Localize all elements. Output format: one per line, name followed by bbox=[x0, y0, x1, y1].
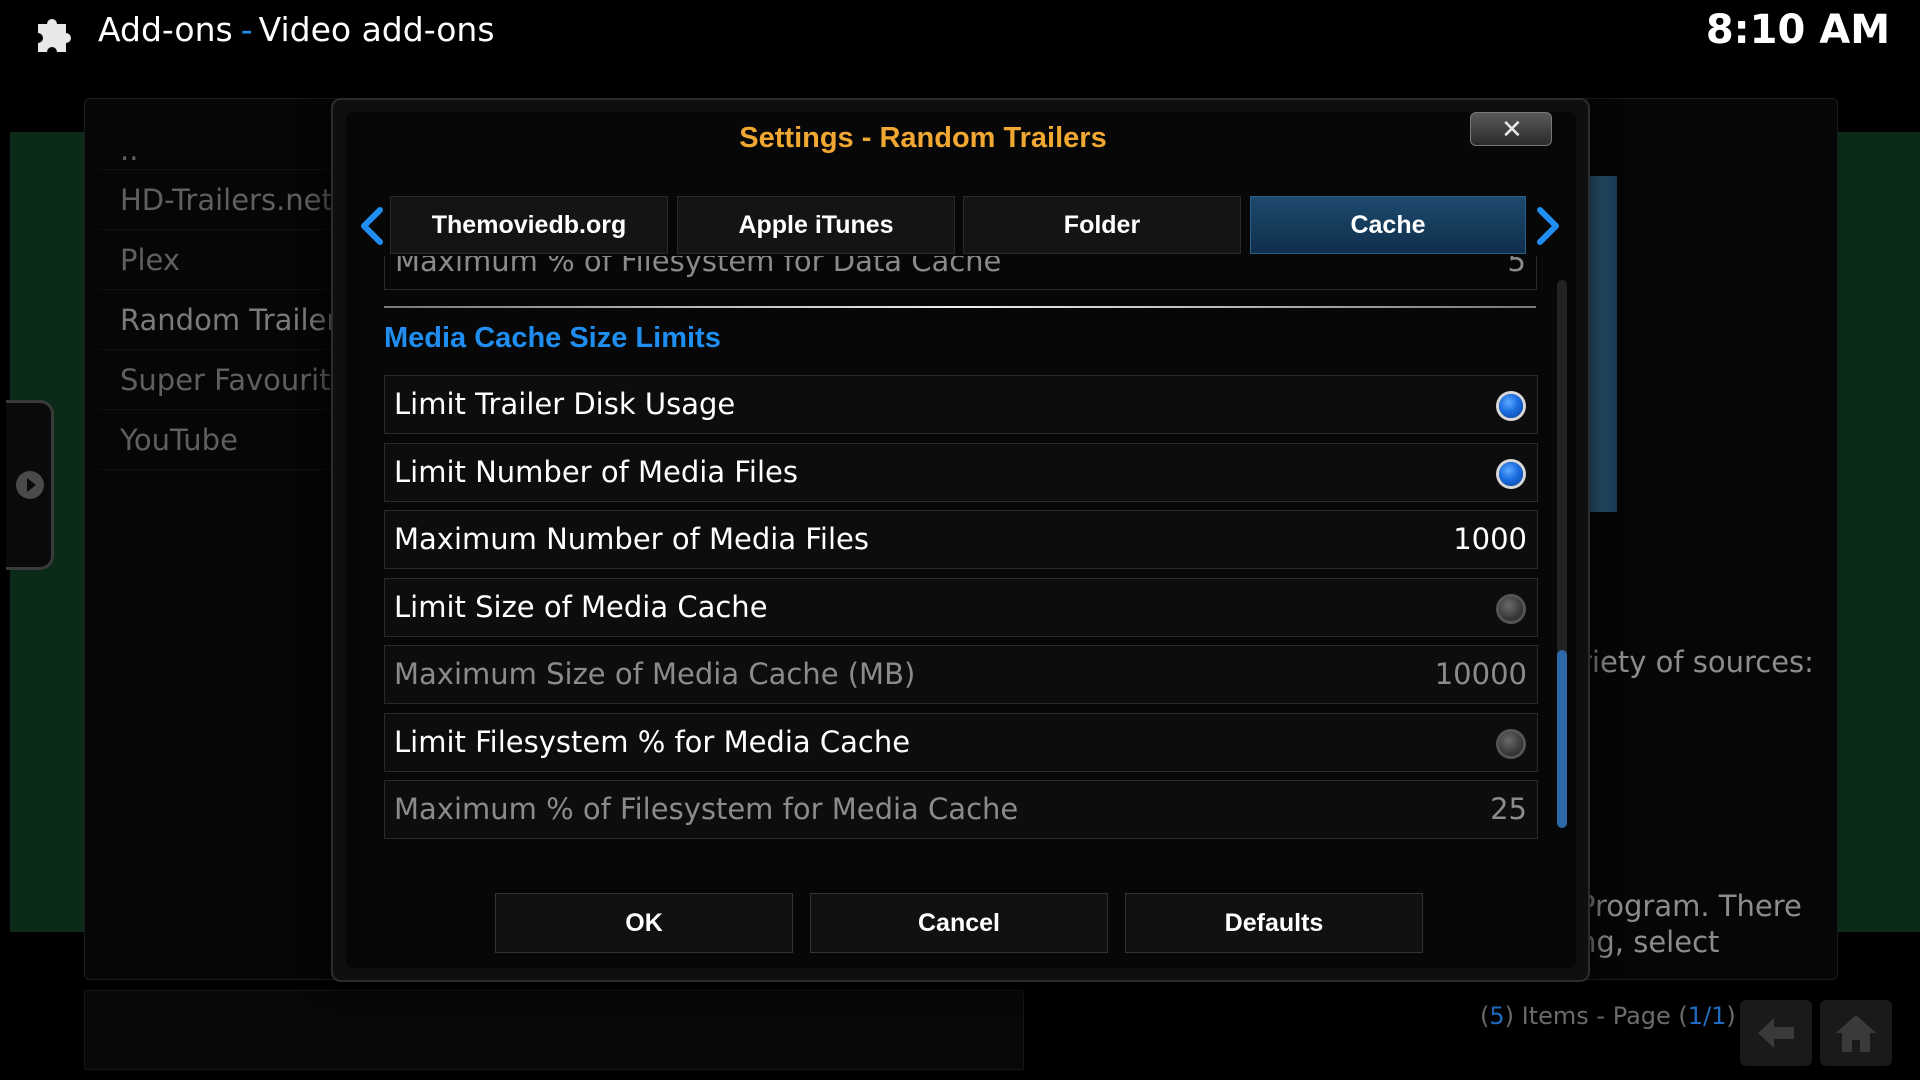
setting-label: Maximum % of Filesystem for Data Cache bbox=[395, 256, 1002, 278]
chevron-left-icon[interactable] bbox=[354, 204, 390, 248]
page-info-text: ) Items - Page ( bbox=[1504, 1002, 1688, 1030]
list-item-parent[interactable]: .. bbox=[100, 130, 350, 170]
close-button[interactable]: ✕ bbox=[1470, 112, 1552, 146]
breadcrumb: Add-ons - Video add-ons bbox=[98, 10, 495, 50]
list-item-random-trailers[interactable]: Random Trailers bbox=[100, 290, 350, 350]
addon-description-line: Program. There bbox=[1578, 889, 1802, 923]
setting-label: Limit Filesystem % for Media Cache bbox=[394, 725, 911, 759]
breadcrumb-subsection: Video add-ons bbox=[258, 10, 495, 49]
page-info-open: ( bbox=[1480, 1002, 1490, 1030]
setting-value: 1000 bbox=[1453, 522, 1527, 556]
tab-cache[interactable]: Cache bbox=[1250, 196, 1526, 254]
top-bar: Add-ons - Video add-ons 8:10 AM bbox=[0, 0, 1920, 66]
addon-description-line: riety of sources: bbox=[1580, 645, 1814, 679]
side-menu-tab[interactable] bbox=[6, 400, 54, 570]
addon-list: .. HD-Trailers.net Plex Random Trailers … bbox=[100, 130, 350, 470]
setting-label: Limit Trailer Disk Usage bbox=[394, 387, 736, 421]
breadcrumb-separator: - bbox=[240, 10, 253, 49]
dialog-title: Settings - Random Trailers bbox=[739, 122, 1107, 154]
addon-description-line: ng, select bbox=[1578, 925, 1720, 959]
page-number: 1/1 bbox=[1687, 1002, 1727, 1030]
toggle-off-icon[interactable] bbox=[1499, 597, 1523, 621]
breadcrumb-section: Add-ons bbox=[98, 10, 233, 49]
section-title: Media Cache Size Limits bbox=[384, 322, 721, 354]
setting-row-limit-cache-size[interactable]: Limit Size of Media Cache bbox=[384, 578, 1538, 637]
close-icon: ✕ bbox=[1501, 115, 1523, 145]
toggle-on-icon[interactable] bbox=[1499, 462, 1523, 486]
setting-value: 10000 bbox=[1434, 657, 1527, 691]
tab-folder[interactable]: Folder bbox=[963, 196, 1241, 254]
info-strip bbox=[84, 990, 1024, 1070]
setting-row-data-cache-fs-percent[interactable]: Maximum % of Filesystem for Data Cache 5 bbox=[384, 256, 1537, 290]
tab-themoviedb[interactable]: Themoviedb.org bbox=[390, 196, 668, 254]
page-info: (5) Items - Page (1/1) bbox=[1480, 1002, 1736, 1030]
home-icon bbox=[1836, 1015, 1876, 1052]
list-item-super-favourites[interactable]: Super Favourites bbox=[100, 350, 350, 410]
setting-row-limit-fs-percent[interactable]: Limit Filesystem % for Media Cache bbox=[384, 713, 1538, 772]
setting-value: 5 bbox=[1507, 256, 1526, 278]
list-item-plex[interactable]: Plex bbox=[100, 230, 350, 290]
background-fanart-right bbox=[1838, 132, 1920, 932]
toggle-off-icon[interactable] bbox=[1499, 732, 1523, 756]
setting-value: 25 bbox=[1490, 792, 1527, 826]
setting-label: Limit Size of Media Cache bbox=[394, 590, 768, 624]
setting-label: Maximum Number of Media Files bbox=[394, 522, 869, 556]
back-arrow-icon bbox=[1758, 1018, 1794, 1048]
setting-label: Limit Number of Media Files bbox=[394, 455, 798, 489]
section-divider bbox=[384, 306, 1536, 308]
ok-button[interactable]: OK bbox=[495, 893, 793, 953]
page-info-close: ) bbox=[1726, 1002, 1736, 1030]
setting-label: Maximum Size of Media Cache (MB) bbox=[394, 657, 916, 691]
cancel-button[interactable]: Cancel bbox=[810, 893, 1108, 953]
list-item-youtube[interactable]: YouTube bbox=[100, 410, 350, 470]
chevron-right-icon[interactable] bbox=[1530, 204, 1566, 248]
home-button[interactable] bbox=[1820, 1000, 1892, 1066]
setting-row-limit-media-files[interactable]: Limit Number of Media Files bbox=[384, 443, 1538, 502]
setting-label: Maximum % of Filesystem for Media Cache bbox=[394, 792, 1019, 826]
back-button[interactable] bbox=[1740, 1000, 1812, 1066]
toggle-on-icon[interactable] bbox=[1499, 394, 1523, 418]
addon-description-text: Program. There ng, select bbox=[1578, 888, 1802, 960]
setting-row-limit-disk-usage[interactable]: Limit Trailer Disk Usage bbox=[384, 375, 1538, 434]
setting-row-max-fs-percent: Maximum % of Filesystem for Media Cache … bbox=[384, 780, 1538, 839]
defaults-button[interactable]: Defaults bbox=[1125, 893, 1423, 953]
setting-row-max-media-files[interactable]: Maximum Number of Media Files 1000 bbox=[384, 510, 1538, 569]
play-icon bbox=[16, 471, 44, 499]
item-count: 5 bbox=[1489, 1002, 1505, 1030]
clock: 8:10 AM bbox=[1705, 7, 1890, 53]
setting-row-max-cache-size: Maximum Size of Media Cache (MB) 10000 bbox=[384, 645, 1538, 704]
addons-puzzle-icon bbox=[38, 19, 71, 52]
tab-apple-itunes[interactable]: Apple iTunes bbox=[677, 196, 955, 254]
list-item-hd-trailers[interactable]: HD-Trailers.net bbox=[100, 170, 350, 230]
scrollbar-thumb[interactable] bbox=[1557, 650, 1567, 828]
